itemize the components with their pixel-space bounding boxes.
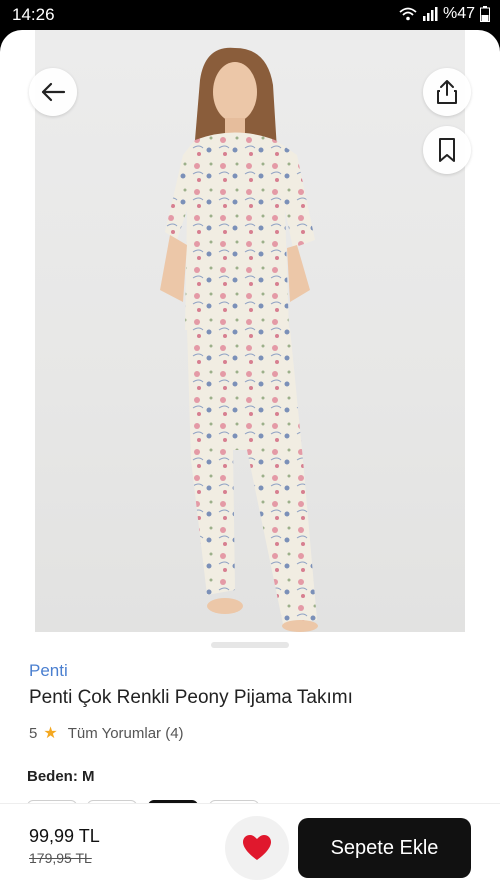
purchase-bar: 99,99 TL 179,95 TL Sepete Ekle <box>0 803 500 888</box>
status-bar: 14:26 %47 <box>0 0 500 30</box>
wifi-icon <box>399 7 417 21</box>
status-icons: %47 <box>399 5 490 23</box>
battery-percent: %47 <box>442 5 475 22</box>
back-button[interactable] <box>29 68 77 116</box>
favorite-button[interactable] <box>225 816 289 880</box>
old-price: 179,95 TL <box>29 850 92 866</box>
current-price: 99,99 TL <box>29 826 100 846</box>
star-icon: ★ <box>43 725 58 742</box>
back-arrow-icon <box>41 82 66 102</box>
share-button[interactable] <box>423 68 471 116</box>
share-icon <box>437 80 457 104</box>
status-time: 14:26 <box>12 5 55 24</box>
rating-row[interactable]: 5 ★ Tüm Yorumlar (4) <box>29 723 184 743</box>
add-to-cart-button[interactable]: Sepete Ekle <box>298 818 471 878</box>
signal-icon <box>422 7 438 21</box>
image-pager-handle[interactable] <box>211 642 289 648</box>
product-brand[interactable]: Penti <box>29 661 68 681</box>
model-illustration <box>160 47 318 632</box>
rating-value: 5 <box>29 724 38 742</box>
bookmark-icon <box>439 138 455 162</box>
product-image[interactable] <box>35 30 465 632</box>
heart-icon <box>243 835 271 860</box>
product-detail-sheet: Penti Penti Çok Renkli Peony Pijama Takı… <box>0 30 500 888</box>
battery-icon <box>480 6 490 22</box>
bookmark-button[interactable] <box>423 126 471 174</box>
all-reviews-link[interactable]: Tüm Yorumlar (4) <box>68 725 184 742</box>
product-title: Penti Çok Renkli Peony Pijama Takımı <box>29 687 353 708</box>
size-label: Beden: M <box>27 768 95 785</box>
